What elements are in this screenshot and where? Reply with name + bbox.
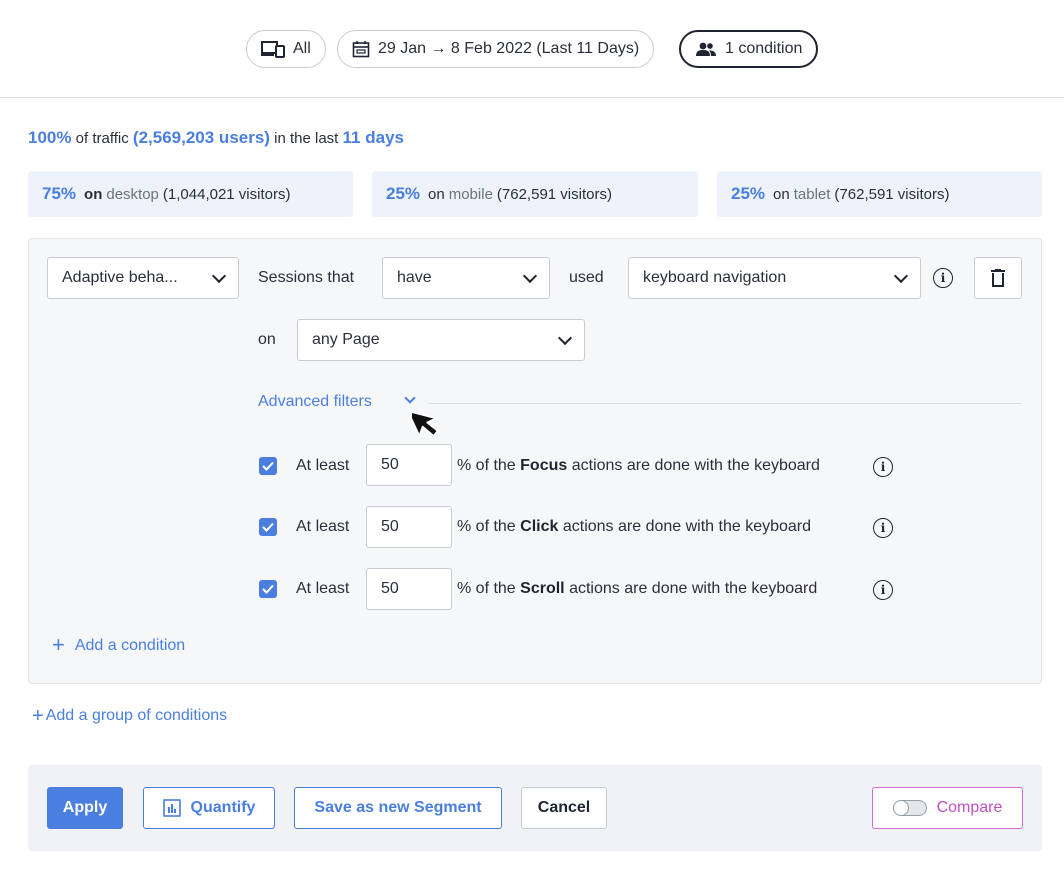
feature-select[interactable]: keyboard navigation	[628, 257, 921, 299]
stat-visitors: (762,591 visitors)	[834, 185, 950, 203]
device-filter-label: All	[293, 40, 311, 57]
apply-button[interactable]: Apply	[47, 787, 123, 829]
stat-percent: 25%	[731, 184, 766, 203]
stat-percent: 25%	[386, 184, 421, 203]
quantify-label: Quantify	[190, 799, 256, 816]
delete-condition-button[interactable]	[974, 257, 1022, 299]
category-select[interactable]: Adaptive beha...	[47, 257, 239, 299]
chevron-down-icon	[893, 268, 909, 283]
stat-mobile: 25% on mobile (762,591 visitors)	[372, 171, 698, 217]
stat-visitors: (762,591 visitors)	[496, 185, 612, 203]
info-icon[interactable]: i	[933, 268, 953, 288]
traffic-of-label: of traffic	[75, 130, 129, 147]
devices-icon	[261, 41, 285, 58]
info-icon[interactable]: i	[873, 457, 893, 477]
at-least-label: At least	[296, 457, 350, 474]
chevron-down-icon	[522, 268, 538, 283]
rule-prefix: % of the	[457, 580, 516, 597]
add-group-button[interactable]: + Add a group of conditions	[32, 705, 227, 728]
advanced-filters-toggle[interactable]: Advanced filters	[258, 393, 372, 411]
focus-percent-input[interactable]: 50	[366, 444, 452, 486]
click-checkbox[interactable]	[259, 518, 277, 536]
cancel-button[interactable]: Cancel	[521, 787, 607, 829]
divider	[428, 403, 1022, 404]
condition-count-pill[interactable]: 1 condition	[679, 30, 819, 68]
quantify-button[interactable]: Quantify	[143, 787, 275, 829]
stat-device: desktop	[106, 185, 159, 203]
verb-select-value: have	[397, 269, 432, 286]
stat-tablet: 25% on tablet (762,591 visitors)	[717, 171, 1042, 217]
traffic-percent: 100%	[28, 128, 72, 147]
traffic-days: 11 days	[342, 128, 404, 147]
page-select-value: any Page	[312, 331, 380, 348]
stat-on-label: on	[773, 185, 790, 203]
info-icon[interactable]: i	[873, 518, 893, 538]
bar-chart-icon	[162, 799, 181, 817]
rule-suffix: actions are done with the keyboard	[571, 457, 820, 474]
checkmark-icon	[262, 461, 274, 471]
rule-prefix: % of the	[457, 518, 516, 535]
focus-checkbox[interactable]	[259, 457, 277, 475]
stat-device: mobile	[448, 185, 493, 203]
add-condition-button[interactable]: + Add a condition	[52, 632, 185, 658]
rule-prefix: % of the	[457, 457, 516, 474]
compare-label: Compare	[936, 799, 1003, 816]
mouse-cursor-icon	[412, 409, 439, 438]
verb-select[interactable]: have	[382, 257, 550, 299]
save-segment-button[interactable]: Save as new Segment	[294, 787, 502, 829]
sessions-that-label: Sessions that	[258, 269, 355, 286]
stat-on-label: on	[84, 185, 103, 203]
rule-suffix: actions are done with the keyboard	[569, 580, 818, 597]
plus-icon: +	[52, 632, 65, 657]
rule-action: Focus	[520, 457, 568, 474]
chevron-down-icon	[211, 268, 227, 283]
rule-action: Click	[520, 518, 559, 535]
date-range-label: 29 Jan → 8 Feb 2022 (Last 11 Days)	[378, 40, 640, 57]
traffic-summary: 100% of traffic (2,569,203 users) in the…	[28, 128, 404, 148]
at-least-label: At least	[296, 518, 350, 535]
toggle-switch-icon	[892, 800, 927, 816]
stat-device: tablet	[793, 185, 831, 203]
on-label: on	[258, 331, 276, 348]
scroll-percent-input[interactable]: 50	[366, 568, 452, 610]
stat-desktop: 75% on desktop (1,044,021 visitors)	[28, 171, 353, 217]
stat-visitors: (1,044,021 visitors)	[162, 185, 291, 203]
click-rule-text: % of the Click actions are done with the…	[457, 518, 811, 536]
date-range-pill[interactable]: 29 Jan → 8 Feb 2022 (Last 11 Days)	[337, 30, 655, 68]
add-group-label: Add a group of conditions	[45, 707, 228, 724]
add-condition-label: Add a condition	[74, 637, 186, 654]
stat-on-label: on	[428, 185, 445, 203]
traffic-in-last-label: in the last	[274, 130, 339, 147]
plus-icon: +	[32, 705, 44, 727]
scroll-checkbox[interactable]	[259, 580, 277, 598]
filter-bar: All 29 Jan → 8 Feb 2022 (Last 11 Days) 1…	[0, 0, 1064, 98]
checkmark-icon	[262, 522, 274, 532]
focus-rule-text: % of the Focus actions are done with the…	[457, 457, 820, 475]
checkmark-icon	[262, 584, 274, 594]
traffic-users: (2,569,203 users)	[132, 128, 270, 147]
rule-action: Scroll	[520, 580, 565, 597]
rule-suffix: actions are done with the keyboard	[562, 518, 812, 535]
click-percent-input[interactable]: 50	[366, 506, 452, 548]
page-select[interactable]: any Page	[297, 319, 585, 361]
trash-icon	[991, 269, 1005, 287]
at-least-label: At least	[296, 580, 350, 597]
calendar-icon	[352, 41, 370, 58]
chevron-down-icon	[557, 330, 573, 345]
feature-select-value: keyboard navigation	[643, 269, 787, 286]
stat-percent: 75%	[42, 184, 77, 203]
scroll-rule-text: % of the Scroll actions are done with th…	[457, 580, 817, 598]
compare-toggle-button[interactable]: Compare	[872, 787, 1023, 829]
condition-count-label: 1 condition	[725, 40, 803, 57]
used-label: used	[569, 269, 604, 286]
category-select-value: Adaptive beha...	[62, 269, 178, 286]
device-filter-pill[interactable]: All	[246, 30, 326, 68]
users-icon	[696, 42, 716, 56]
info-icon[interactable]: i	[873, 580, 893, 600]
